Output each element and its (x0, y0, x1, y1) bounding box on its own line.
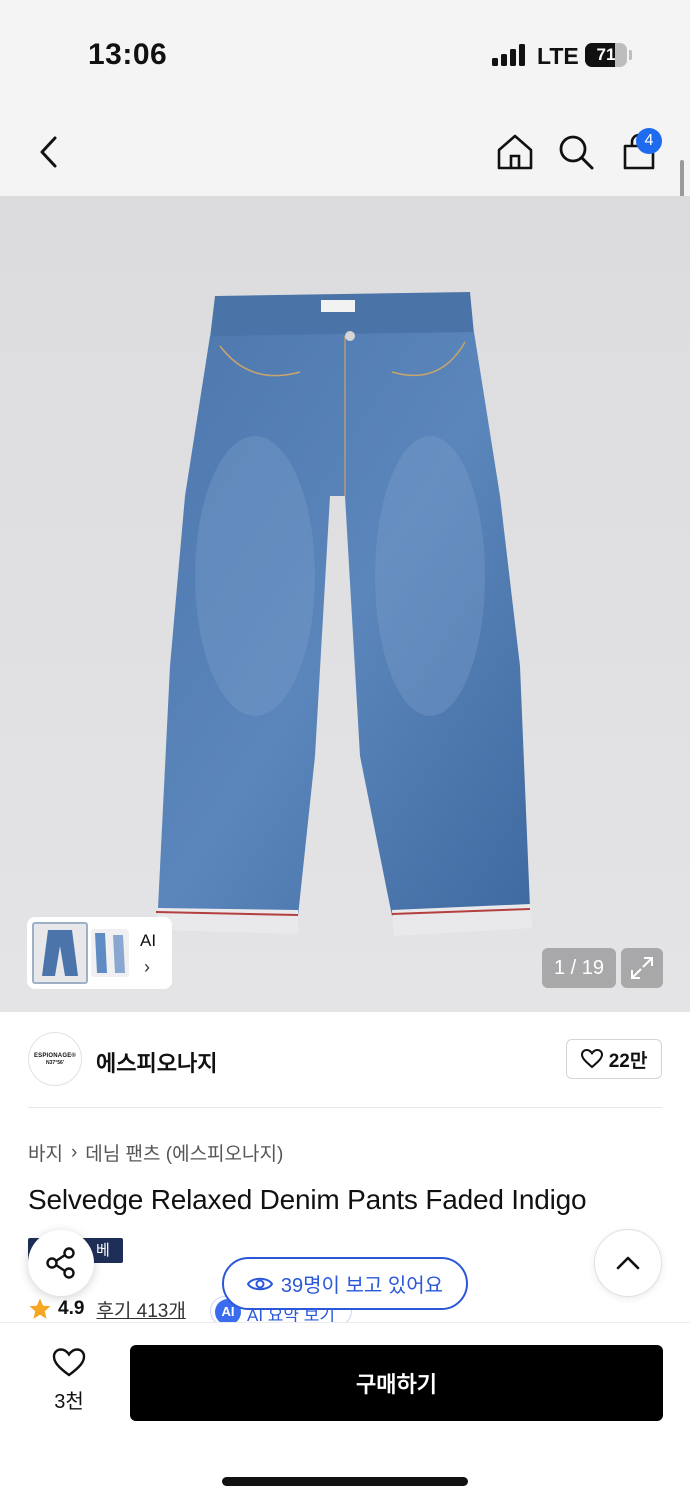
brand-like-count: 22만 (608, 1050, 648, 1072)
star-icon (29, 1298, 51, 1319)
heart-icon (52, 1348, 86, 1377)
battery-icon: 71 (585, 43, 627, 67)
viewers-pill: 39명이 보고 있어요 (222, 1257, 468, 1310)
breadcrumb-subcategory[interactable]: 데님 팬츠 (에스피오나지) (85, 1139, 283, 1166)
ai-thumbnail-card[interactable]: AI › (27, 917, 172, 989)
thumbnail-ai-label: AI (140, 931, 157, 950)
breadcrumb: 바지 › 데님 팬츠 (에스피오나지) (28, 1139, 283, 1166)
expand-icon[interactable] (621, 948, 663, 988)
heart-icon (580, 1049, 603, 1069)
nav-bar (0, 110, 690, 196)
home-indicator[interactable] (222, 1477, 468, 1486)
wishlist-count: 3천 (54, 1391, 84, 1413)
product-title: Selvedge Relaxed Denim Pants Faded Indig… (28, 1184, 587, 1215)
rating-score: 4.9 (58, 1298, 85, 1319)
eye-icon (246, 1277, 273, 1290)
share-icon (46, 1247, 75, 1279)
battery-tip (629, 50, 632, 60)
buy-button[interactable]: 구매하기 (130, 1345, 663, 1421)
status-time: 13:06 (88, 38, 168, 71)
scroll-to-top-button[interactable] (594, 1229, 662, 1297)
thumbnail-main[interactable] (32, 922, 88, 984)
product-image[interactable] (0, 196, 690, 1012)
battery-text: 71 (596, 45, 616, 64)
status-bar: 13:06 LTE 71 (0, 0, 690, 110)
breadcrumb-category[interactable]: 바지 (28, 1139, 63, 1166)
home-icon[interactable] (493, 130, 537, 174)
brand-logo[interactable]: ESPIONAGE® N37°56' (28, 1032, 82, 1086)
jeans-image (155, 292, 532, 936)
divider (28, 1107, 662, 1108)
brand-logo-subtext: N37°56' (46, 1060, 64, 1066)
chevron-right-icon: › (144, 957, 150, 977)
brand-like-button[interactable]: 22만 (566, 1039, 662, 1079)
network-label: LTE (537, 43, 579, 69)
wishlist-button[interactable]: 3천 (40, 1348, 98, 1418)
share-button[interactable] (28, 1230, 94, 1296)
chevron-up-icon (616, 1256, 640, 1270)
image-counter: 1 / 19 (542, 948, 616, 988)
viewers-text: 39명이 보고 있어요 (280, 1275, 444, 1297)
brand-logo-text: ESPIONAGE® (33, 1053, 77, 1059)
thumbnail-secondary[interactable] (91, 929, 129, 977)
back-icon[interactable] (27, 130, 71, 174)
search-icon[interactable] (554, 130, 598, 174)
rating-row: 4.9 후기 413개 (28, 1295, 186, 1323)
chevron-right-icon: › (70, 1141, 78, 1163)
signal-icon (492, 44, 526, 66)
cart-count-badge: 4 (636, 128, 662, 154)
brand-name[interactable]: 에스피오나지 (96, 1046, 217, 1078)
review-count-link[interactable]: 후기 413개 (96, 1296, 185, 1323)
